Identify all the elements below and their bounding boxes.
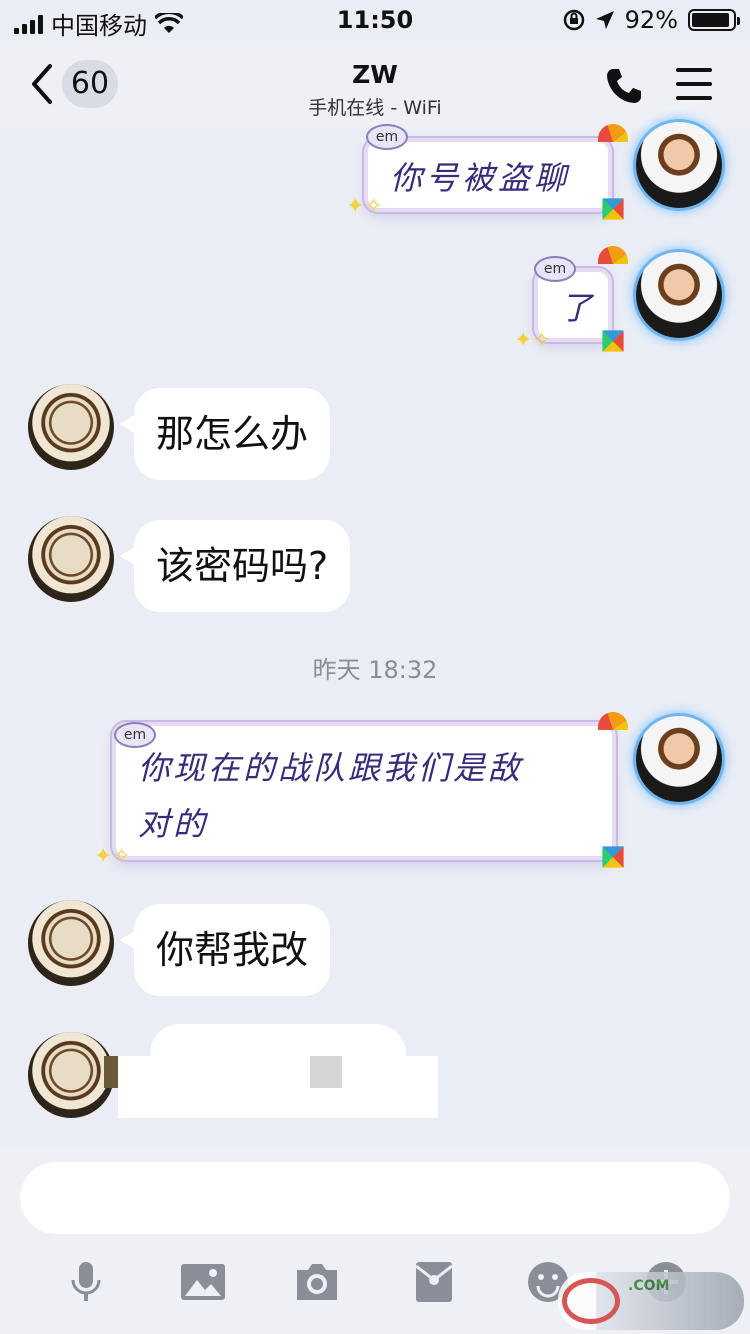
message-text: 那怎么办 — [156, 412, 309, 456]
input-panel: .COM — [0, 1148, 750, 1334]
microphone-icon[interactable] — [66, 1260, 106, 1304]
my-avatar[interactable] — [636, 122, 722, 208]
contact-avatar[interactable] — [28, 516, 114, 602]
message-bubble-incoming[interactable]: 你帮我改 — [119, 904, 331, 996]
rotation-lock-icon — [563, 9, 584, 31]
site-watermark-logo: .COM — [558, 1272, 744, 1330]
menu-icon[interactable] — [676, 68, 712, 100]
message-text: 你帮我改 — [156, 928, 309, 972]
rainbow-decoration — [598, 246, 628, 264]
red-packet-icon[interactable] — [414, 1260, 454, 1304]
battery-percent: 92% — [624, 6, 678, 34]
status-bar: 中国移动 11:50 92% — [0, 0, 750, 40]
message-text: 你号被盗聊 — [390, 159, 571, 197]
chat-header: 60 ZW 手机在线 - WiFi — [0, 40, 750, 128]
contact-avatar[interactable] — [28, 384, 114, 470]
redacted-block — [310, 1056, 342, 1088]
my-avatar[interactable] — [636, 716, 722, 802]
message-bubble-outgoing[interactable]: 你现在的战队跟我们是敌 对的 — [112, 722, 616, 860]
stars-decoration: ✦✧ — [514, 328, 551, 353]
stars-decoration: ✦✧ — [346, 194, 383, 219]
em-badge: em — [114, 722, 156, 748]
message-bubble-incoming[interactable]: 那怎么办 — [119, 388, 331, 480]
message-timestamp: 昨天 18:32 — [312, 656, 438, 684]
camera-icon[interactable] — [294, 1260, 340, 1304]
battery-icon — [688, 9, 740, 31]
message-text-line: 对的 — [138, 805, 209, 843]
location-icon — [595, 11, 614, 29]
image-icon[interactable] — [180, 1260, 226, 1304]
redacted-message-top — [150, 1024, 406, 1058]
message-text: 该密码吗? — [156, 544, 329, 588]
rainbow-decoration — [598, 712, 628, 730]
em-badge: em — [534, 256, 576, 282]
message-input[interactable] — [20, 1162, 730, 1234]
redacted-block — [104, 1056, 118, 1088]
stars-decoration: ✦✧ — [94, 844, 131, 869]
message-bubble-incoming[interactable]: 该密码吗? — [119, 520, 351, 612]
message-bubble-outgoing[interactable]: 你号被盗聊 — [364, 138, 612, 212]
message-text: 了 — [560, 289, 597, 327]
message-text-line: 你现在的战队跟我们是敌 — [138, 749, 524, 787]
phone-icon[interactable] — [604, 66, 644, 106]
my-avatar[interactable] — [636, 252, 722, 338]
redacted-message — [118, 1056, 438, 1118]
em-badge: em — [366, 124, 408, 150]
contact-avatar[interactable] — [28, 900, 114, 986]
contact-avatar[interactable] — [28, 1032, 114, 1118]
